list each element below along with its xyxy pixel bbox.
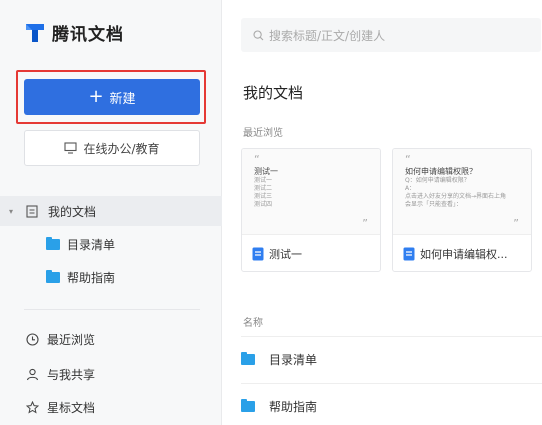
divider <box>24 309 200 310</box>
recent-section-label: 最近浏览 <box>243 128 283 139</box>
nav-label: 与我共享 <box>47 367 96 382</box>
star-icon <box>26 400 39 414</box>
quote-end-icon: ” <box>362 217 368 230</box>
caret-down-icon[interactable]: ▾ <box>9 207 13 216</box>
folder-icon <box>46 236 60 250</box>
tree-item-directory[interactable]: 目录清单 <box>0 229 222 259</box>
main-content: 搜索标题/正文/创建人 我的文档 最近浏览 “ 测试一 测试一 测试二 测试三 … <box>223 0 542 425</box>
preview-title: 测试一 <box>254 167 278 176</box>
tree-item-my-docs[interactable]: ▾ 我的文档 <box>0 196 222 226</box>
new-button-label: 新建 <box>109 91 136 107</box>
page-title: 我的文档 <box>243 84 304 102</box>
doc-file-icon <box>403 247 415 261</box>
preview-line: 测试三 <box>254 193 273 200</box>
search-placeholder: 搜索标题/正文/创建人 <box>269 28 386 43</box>
name-column-header: 名称 <box>243 318 263 329</box>
new-button[interactable]: + 新建 <box>24 79 200 115</box>
preview-title: 如何申请编辑权限？ <box>405 167 477 176</box>
monitor-icon <box>64 142 78 154</box>
doc-preview: “ 测试一 测试一 测试二 测试三 测试四 ” <box>242 149 380 235</box>
folder-icon <box>241 352 255 365</box>
recent-doc-card[interactable]: “ 测试一 测试一 测试二 测试三 测试四 ” 测试一 <box>241 148 381 272</box>
plus-icon: + <box>88 86 104 107</box>
preview-line: A： <box>405 185 416 192</box>
nav-starred[interactable]: 星标文档 <box>26 397 95 417</box>
online-office-button[interactable]: 在线办公/教育 <box>24 130 200 166</box>
quote-end-icon: ” <box>513 217 519 230</box>
card-footer: 测试一 <box>252 246 302 262</box>
nav-shared[interactable]: 与我共享 <box>26 364 95 384</box>
clock-icon <box>26 332 39 346</box>
doc-file-icon <box>252 247 264 261</box>
folder-icon <box>46 269 60 283</box>
preview-line: 测试二 <box>254 185 273 192</box>
tree-item-help-guide[interactable]: 帮助指南 <box>0 262 222 292</box>
nav-recent[interactable]: 最近浏览 <box>26 329 95 349</box>
doc-preview: “ 如何申请编辑权限？ Q：如何申请编辑权限？ A： 点击进入好友分享的文档→界… <box>393 149 531 235</box>
card-title: 测试一 <box>269 248 302 261</box>
folder-row[interactable]: 目录清单 <box>241 336 542 382</box>
sidebar: 腾讯文档 + 新建 在线办公/教育 ▾ 我的文档 目录清单 帮助指南 最近浏览 … <box>0 0 222 425</box>
preview-line: 会显示「只能查看」： <box>405 201 463 208</box>
preview-line: 点击进入好友分享的文档→界面右上角 <box>405 193 507 200</box>
nav-label: 最近浏览 <box>47 332 96 347</box>
tree-item-label: 帮助指南 <box>67 270 116 285</box>
tree-item-label: 目录清单 <box>67 237 116 252</box>
recent-doc-card[interactable]: “ 如何申请编辑权限？ Q：如何申请编辑权限？ A： 点击进入好友分享的文档→界… <box>392 148 532 272</box>
online-office-label: 在线办公/教育 <box>83 141 160 156</box>
search-icon <box>253 29 264 40</box>
quote-icon: “ <box>405 153 411 166</box>
document-icon <box>26 204 38 218</box>
card-title: 如何申请编辑权... <box>420 248 508 261</box>
user-icon <box>26 368 39 380</box>
nav-label: 星标文档 <box>47 400 96 415</box>
card-footer: 如何申请编辑权... <box>403 246 508 262</box>
preview-line: Q：如何申请编辑权限？ <box>405 177 470 184</box>
app-name: 腾讯文档 <box>52 25 124 45</box>
folder-name: 目录清单 <box>269 353 318 367</box>
tree-item-label: 我的文档 <box>48 204 97 219</box>
preview-line: 测试一 <box>254 177 273 184</box>
folder-icon <box>241 399 255 412</box>
search-input[interactable]: 搜索标题/正文/创建人 <box>241 18 541 52</box>
folder-row[interactable]: 帮助指南 <box>241 383 542 425</box>
folder-name: 帮助指南 <box>269 400 318 414</box>
tencent-docs-logo-icon <box>24 22 46 44</box>
quote-icon: “ <box>254 153 260 166</box>
preview-line: 测试四 <box>254 201 273 208</box>
app-logo[interactable]: 腾讯文档 <box>24 20 124 45</box>
